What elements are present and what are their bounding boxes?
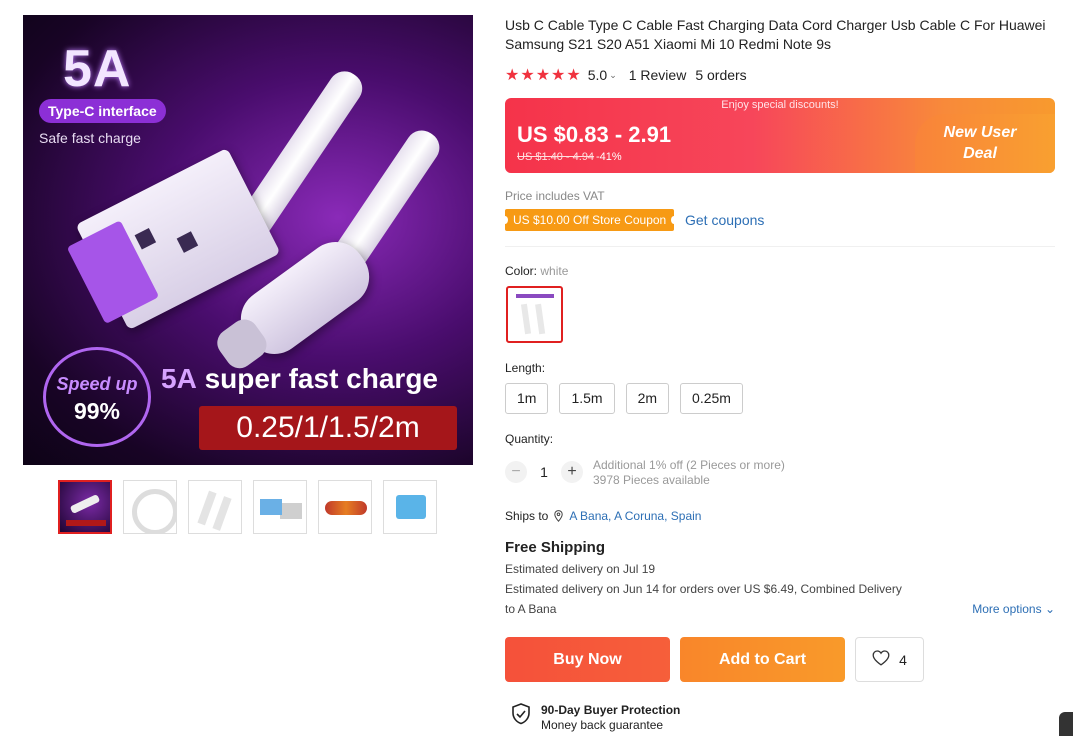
image-speed-label: Speed up (56, 374, 138, 394)
thumbnail-4[interactable] (253, 480, 307, 534)
buyer-protection: 90-Day Buyer Protection Money back guara… (511, 703, 680, 733)
price-deal-banner: Enjoy special discounts! US $0.83 - 2.91… (505, 98, 1055, 173)
deal-banner-text: Enjoy special discounts! (721, 99, 839, 111)
length-option-1-5m[interactable]: 1.5m (559, 383, 615, 414)
thumbnail-5[interactable] (318, 480, 372, 534)
combined-delivery-destination: to A Bana (505, 602, 557, 616)
discount-percent: -41% (596, 151, 622, 163)
color-label: Color: white (505, 264, 568, 278)
ships-to-label: Ships to (505, 509, 549, 523)
length-option-0-25m[interactable]: 0.25m (680, 383, 743, 414)
quantity-label: Quantity: (505, 432, 554, 446)
ships-to-location-link[interactable]: A Bana, A Coruna, Spain (569, 509, 701, 523)
buyer-protection-subtitle: Money back guarantee (541, 718, 664, 732)
quantity-input[interactable]: 1 (527, 464, 561, 480)
current-price: US $0.83 - 2.91 (517, 122, 672, 147)
rating-row: ★★★★★ 5.0 ⌄ 1 Review 5 orders (505, 65, 747, 85)
wishlist-button[interactable]: 4 (855, 637, 924, 682)
product-title: Usb C Cable Type C Cable Fast Charging D… (505, 17, 1046, 52)
image-headline: 5A super fast charge (161, 363, 438, 395)
length-option-2m[interactable]: 2m (625, 383, 670, 414)
new-user-line1: New User (943, 124, 1017, 141)
chevron-down-icon[interactable]: ⌄ (609, 70, 617, 81)
buy-now-button[interactable]: Buy Now (505, 637, 670, 682)
heart-icon (872, 650, 890, 669)
image-speed-value: 99% (73, 398, 121, 424)
delivery-estimate: Estimated delivery on Jul 19 (505, 562, 656, 576)
quantity-info: Additional 1% off (2 Pieces or more) 397… (593, 458, 785, 488)
store-coupon-badge[interactable]: US $10.00 Off Store Coupon (501, 209, 678, 231)
quantity-minus-button[interactable]: − (505, 461, 527, 483)
ships-to-row: Ships to A Bana, A Coruna, Spain (505, 509, 701, 523)
thumbnail-strip (58, 480, 437, 534)
quantity-plus-button[interactable]: + (561, 461, 583, 483)
add-to-cart-button[interactable]: Add to Cart (680, 637, 845, 682)
length-option-1m[interactable]: 1m (505, 383, 549, 414)
more-shipping-options-link[interactable]: More options ⌄ (972, 602, 1055, 616)
image-badge-type-c: Type-C interface (39, 99, 166, 123)
thumbnail-3[interactable] (188, 480, 242, 534)
image-lengths-banner: 0.25/1/1.5/2m (199, 406, 457, 450)
image-headline-prefix: 5A (161, 363, 197, 394)
color-selected-value: white (540, 264, 569, 278)
main-product-image[interactable]: 5A Type-C interface Safe fast charge Spe… (23, 15, 473, 465)
free-shipping-title: Free Shipping (505, 539, 606, 556)
image-safe-text: Safe fast charge (39, 130, 141, 146)
new-user-line2: Deal (963, 145, 997, 162)
buyer-protection-text: 90-Day Buyer Protection Money back guara… (541, 703, 680, 733)
orders-count: 5 orders (695, 67, 747, 83)
image-headline-rest: super fast charge (196, 363, 438, 394)
wishlist-count: 4 (899, 651, 907, 668)
length-label: Length: (505, 361, 546, 375)
color-swatch-white[interactable] (506, 286, 563, 343)
thumbnail-1[interactable] (58, 480, 112, 534)
chevron-down-icon: ⌄ (1044, 602, 1055, 616)
get-coupons-link[interactable]: Get coupons (685, 212, 764, 228)
section-divider (505, 246, 1055, 247)
speed-circle-graphic (43, 347, 151, 447)
image-badge-5a: 5A (63, 40, 132, 98)
combined-delivery-estimate: Estimated delivery on Jun 14 for orders … (505, 582, 902, 596)
color-label-text: Color: (505, 264, 538, 278)
pieces-available: 3978 Pieces available (593, 473, 710, 487)
more-options-label: More options (972, 602, 1042, 616)
new-user-deal-text: New User Deal (925, 122, 1035, 164)
original-price: US $1.40 - 4.94 (517, 151, 595, 163)
bulk-discount-note: Additional 1% off (2 Pieces or more) (593, 458, 785, 472)
quantity-stepper: − 1 + (505, 461, 583, 483)
thumbnail-6[interactable] (383, 480, 437, 534)
reviews-link[interactable]: 1 Review (629, 67, 687, 83)
floating-widget[interactable] (1059, 712, 1073, 736)
shield-check-icon (511, 703, 531, 730)
length-options: 1m 1.5m 2m 0.25m (505, 383, 743, 414)
star-rating-icon: ★★★★★ (505, 67, 582, 84)
rating-score[interactable]: 5.0 (588, 67, 607, 83)
thumbnail-2[interactable] (123, 480, 177, 534)
location-pin-icon (554, 510, 564, 522)
buyer-protection-title: 90-Day Buyer Protection (541, 703, 681, 717)
vat-note: Price includes VAT (505, 189, 605, 203)
